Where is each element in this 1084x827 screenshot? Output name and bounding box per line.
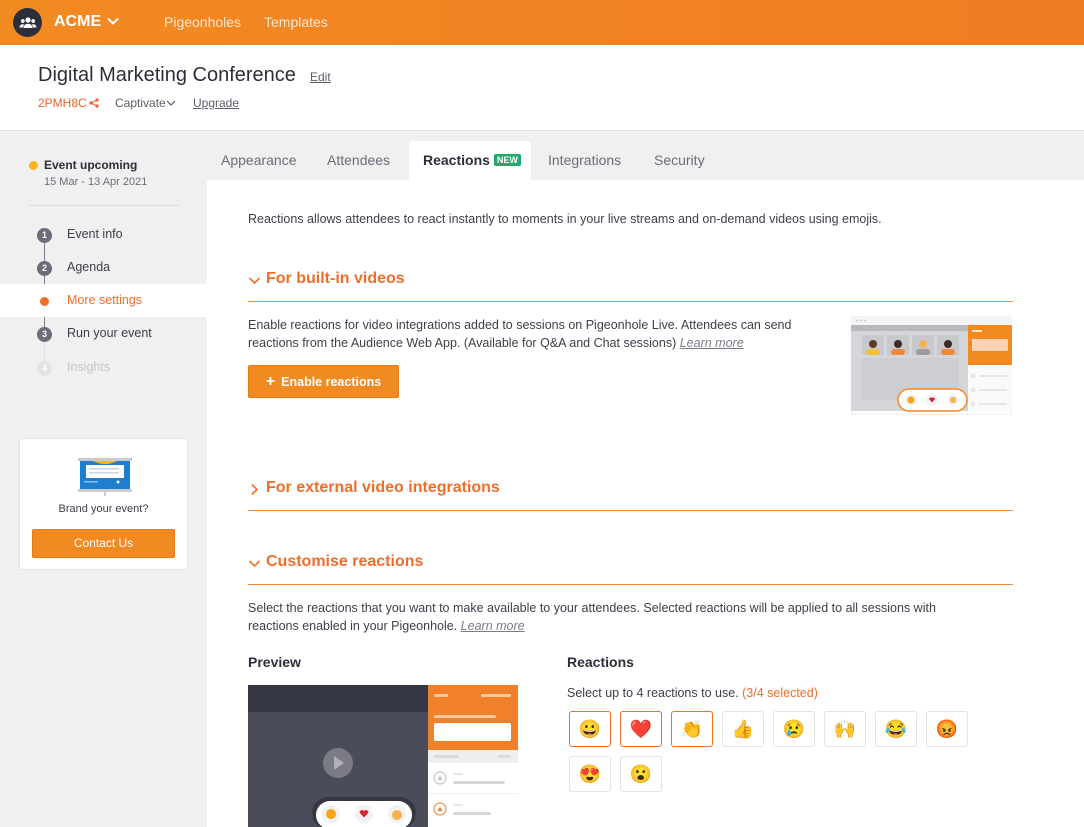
built-in-video-illustration: [851, 316, 1012, 415]
enable-reactions-button[interactable]: + Enable reactions: [248, 365, 399, 398]
nav-templates[interactable]: Templates: [264, 14, 328, 30]
reaction-option-laughing[interactable]: 😂: [875, 711, 917, 747]
tab-integrations[interactable]: Integrations: [548, 141, 621, 180]
clap-emoji-icon: 👏: [680, 718, 704, 739]
step-number: 2: [37, 261, 52, 276]
hint-text: Select up to 4 reactions to use.: [567, 686, 739, 700]
page-title: Digital Marketing Conference: [38, 64, 296, 86]
reactions-panel: Reactions allows attendees to react inst…: [207, 180, 1084, 827]
contact-us-button[interactable]: Contact Us: [32, 529, 175, 558]
builtin-description: Enable reactions for video integrations …: [248, 316, 828, 352]
step-label: Insights: [67, 360, 111, 374]
learn-more-link[interactable]: Learn more: [680, 336, 744, 350]
reaction-option-heart-eyes[interactable]: 😍: [569, 756, 611, 792]
tab-security[interactable]: Security: [654, 141, 705, 180]
step-label: More settings: [67, 293, 143, 307]
status-dot-icon: [29, 161, 38, 170]
sidebar-step-agenda[interactable]: 2 Agenda: [0, 251, 207, 284]
settings-tabs: Appearance Attendees Reactions NEW Integr…: [207, 141, 1084, 180]
active-step-dot-icon: [40, 297, 49, 306]
intro-text: Reactions allows attendees to react inst…: [248, 212, 882, 226]
preview-heading: Preview: [248, 654, 301, 670]
chevron-down-icon: [248, 560, 261, 568]
upgrade-link[interactable]: Upgrade: [193, 96, 239, 110]
thumbs-up-emoji-icon: 👍: [731, 718, 755, 739]
step-number: 3: [37, 327, 52, 342]
section-title: For built-in videos: [266, 270, 405, 287]
section-external-video-integrations[interactable]: For external video integrations: [248, 479, 1013, 511]
step-number: 1: [37, 228, 52, 243]
tab-label: Security: [654, 152, 705, 168]
tab-reactions[interactable]: Reactions NEW: [409, 141, 531, 180]
nav-pigeonholes[interactable]: Pigeonholes: [164, 14, 241, 30]
chevron-right-icon: [251, 483, 259, 496]
section-built-in-videos[interactable]: For built-in videos: [248, 270, 1013, 302]
tab-attendees[interactable]: Attendees: [327, 141, 390, 180]
sidebar: Event upcoming 15 Mar - 13 Apr 2021 1 Ev…: [0, 131, 207, 827]
plan-selector[interactable]: Captivate: [115, 96, 166, 110]
laughing-emoji-icon: 😂: [884, 718, 908, 739]
step-label: Agenda: [67, 260, 111, 274]
reactions-preview-illustration: [248, 685, 518, 827]
grinning-emoji-icon: 😀: [578, 718, 602, 739]
event-header: Digital Marketing Conference Edit 2PMH8C…: [0, 45, 1084, 131]
step-label: Event info: [67, 227, 123, 241]
sidebar-step-more-settings[interactable]: More settings: [0, 284, 207, 317]
tab-label: Attendees: [327, 152, 391, 168]
section-title: For external video integrations: [266, 479, 500, 496]
step-label: Run your event: [67, 326, 152, 340]
tab-label: Appearance: [221, 152, 297, 168]
heart-emoji-icon: ❤️: [629, 718, 653, 739]
tab-appearance[interactable]: Appearance: [221, 141, 297, 180]
tab-label: Integrations: [548, 152, 622, 168]
chevron-down-icon[interactable]: [106, 14, 120, 28]
sidebar-step-run-event[interactable]: 3 Run your event: [0, 317, 207, 350]
plus-icon: +: [265, 373, 276, 390]
step-number: 4: [37, 361, 52, 376]
reaction-option-grinning[interactable]: 😀: [569, 711, 611, 747]
reaction-option-clap[interactable]: 👏: [671, 711, 713, 747]
event-code: 2PMH8C: [38, 96, 87, 110]
sad-emoji-icon: 😢: [782, 718, 806, 739]
angry-emoji-icon: 😡: [935, 718, 959, 739]
selection-hint: Select up to 4 reactions to use. (3/4 se…: [567, 686, 818, 700]
button-label: Enable reactions: [281, 375, 382, 389]
sidebar-step-insights: 4 Insights: [0, 351, 207, 384]
brand-prompt: Brand your event?: [58, 503, 149, 515]
users-icon: [19, 16, 36, 28]
event-dates: 15 Mar - 13 Apr 2021: [44, 176, 148, 188]
selection-count: (3/4 selected): [742, 686, 818, 700]
sidebar-step-event-info[interactable]: 1 Event info: [0, 218, 207, 251]
reactions-heading: Reactions: [567, 654, 634, 670]
org-avatar[interactable]: [13, 8, 42, 37]
description-text: Select the reactions that you want to ma…: [248, 601, 936, 633]
top-nav-bar: ACME Pigeonholes Templates: [0, 0, 1084, 45]
chevron-down-icon: [248, 277, 261, 285]
surprised-emoji-icon: 😮: [629, 763, 653, 784]
share-icon[interactable]: [89, 98, 99, 108]
reaction-option-surprised[interactable]: 😮: [620, 756, 662, 792]
section-title: Customise reactions: [266, 553, 424, 570]
org-name[interactable]: ACME: [54, 13, 101, 31]
tab-label: Reactions: [423, 152, 490, 168]
section-customise-reactions[interactable]: Customise reactions: [248, 553, 1013, 585]
customise-description: Select the reactions that you want to ma…: [248, 599, 968, 635]
learn-more-link[interactable]: Learn more: [461, 619, 525, 633]
reaction-option-sad[interactable]: 😢: [773, 711, 815, 747]
event-status: Event upcoming: [44, 158, 138, 172]
chevron-down-icon[interactable]: [166, 100, 176, 107]
raised-hands-emoji-icon: 🙌: [833, 718, 857, 739]
brand-card: Brand your event? Contact Us: [19, 438, 188, 570]
heart-eyes-emoji-icon: 😍: [578, 763, 602, 784]
reaction-option-heart[interactable]: ❤️: [620, 711, 662, 747]
reaction-option-raised-hands[interactable]: 🙌: [824, 711, 866, 747]
reaction-option-angry[interactable]: 😡: [926, 711, 968, 747]
divider: [29, 205, 179, 206]
new-badge: NEW: [493, 154, 521, 166]
reaction-option-thumbs-up[interactable]: 👍: [722, 711, 764, 747]
edit-link[interactable]: Edit: [310, 70, 331, 84]
presentation-screen-icon: [78, 458, 132, 496]
